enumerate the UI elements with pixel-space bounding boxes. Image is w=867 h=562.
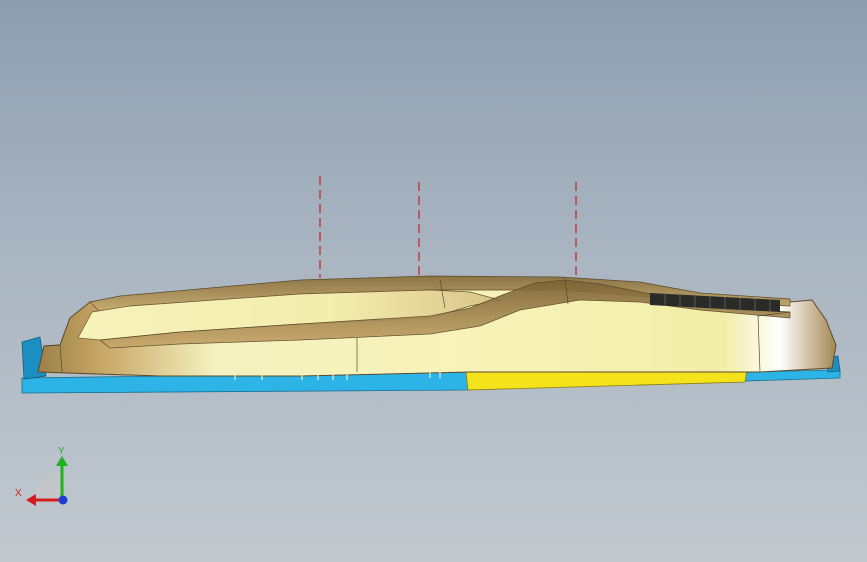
model-scene[interactable]: X Y [0, 0, 867, 562]
section-lines [319, 176, 577, 278]
x-axis-label: X [15, 488, 22, 499]
insert-plate-yellow[interactable] [465, 369, 748, 391]
z-axis-dot [58, 495, 68, 505]
cad-viewport[interactable]: X Y [0, 0, 867, 562]
triad-plane-wedge [34, 472, 62, 500]
coordinate-triad: X Y [15, 446, 68, 506]
y-axis-label: Y [58, 446, 65, 457]
